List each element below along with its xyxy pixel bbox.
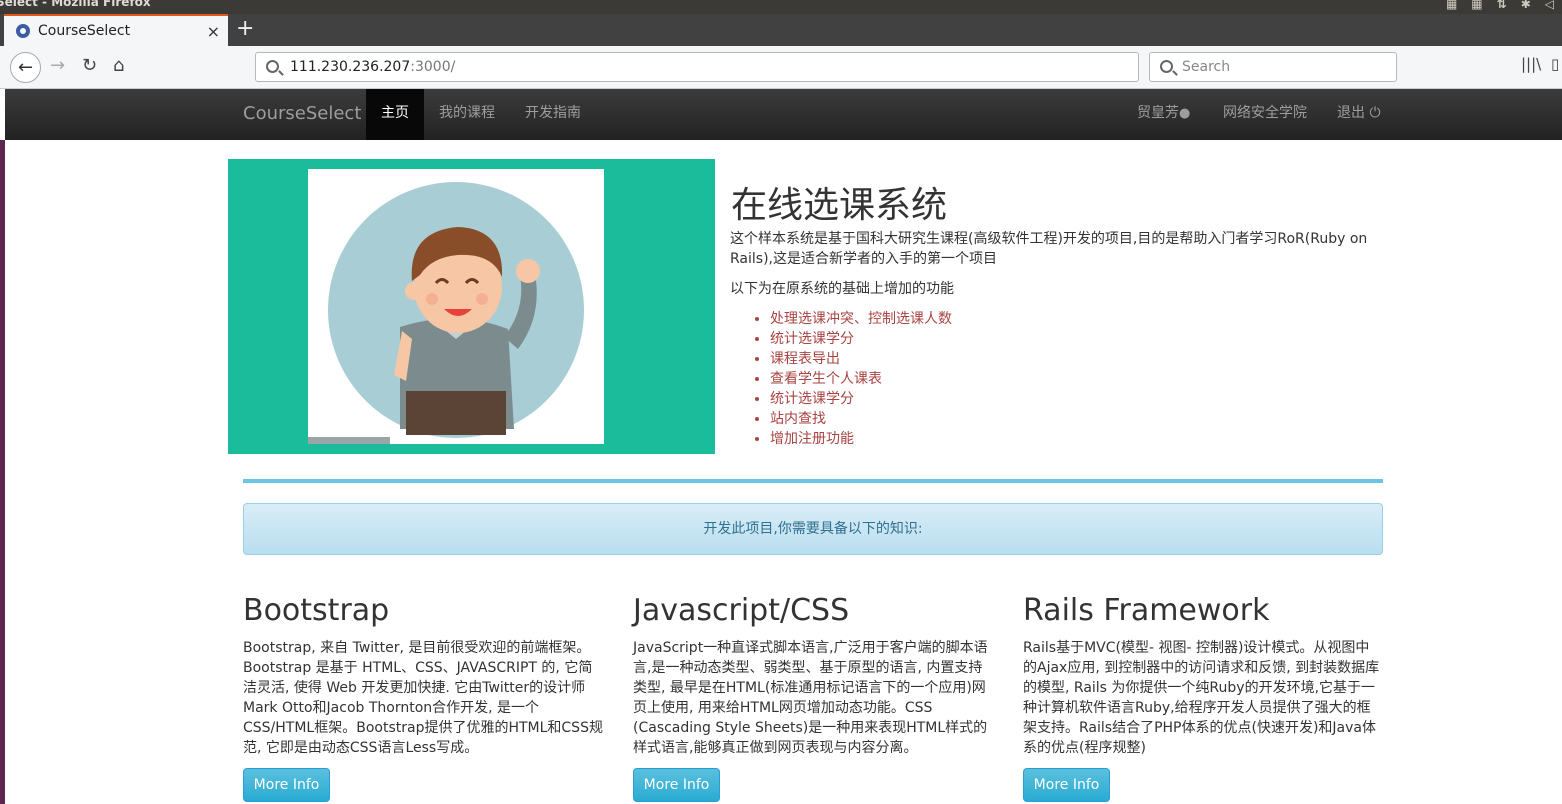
sidebar-icon[interactable]: ▯ xyxy=(1551,55,1559,73)
search-input[interactable]: Search xyxy=(1149,52,1397,82)
nav-logout[interactable]: 退出 ⏻ xyxy=(1337,89,1381,140)
nav-my-courses[interactable]: 我的课程 xyxy=(439,89,495,140)
os-title-bar: Select - Mozilla Firefox ▦ ▦ ⇅ ✱ ◁ xyxy=(0,0,1562,14)
column-text: Rails基于MVC(模型- 视图- 控制器)设计模式。从视图中的Ajax应用,… xyxy=(1023,640,1380,756)
hero-subtitle: 以下为在原系统的基础上增加的功能 xyxy=(730,281,954,297)
nav-user[interactable]: 贸皇芳● xyxy=(1137,89,1190,140)
column-title: Javascript/CSS xyxy=(633,593,850,628)
hero-illustration xyxy=(308,169,604,444)
keyboard-layout-icon[interactable]: ▦ xyxy=(1471,0,1482,10)
column-rails: Rails Framework Rails基于MVC(模型- 视图- 控制器)设… xyxy=(1023,592,1383,758)
more-info-button[interactable]: More Info xyxy=(1023,768,1110,802)
site-brand[interactable]: CourseSelect xyxy=(243,89,361,140)
favicon-icon xyxy=(16,24,30,38)
back-arrow-icon: ← xyxy=(17,57,34,78)
volume-icon[interactable]: ◁ xyxy=(1545,0,1554,10)
nav-department[interactable]: 网络安全学院 xyxy=(1223,89,1307,140)
tray-icons: ▦ ▦ ⇅ ✱ ◁ xyxy=(1446,0,1554,10)
hero-image-panel xyxy=(228,159,715,454)
column-javascript-css: Javascript/CSS JavaScript一种直译式脚本语言,广泛用于客… xyxy=(633,592,993,758)
site-navbar: CourseSelect 主页 我的课程 开发指南 贸皇芳● 网络安全学院 退出… xyxy=(5,89,1562,140)
boy-avatar-illustration xyxy=(308,182,584,444)
column-bootstrap: Bootstrap Bootstrap, 来自 Twitter, 是目前很受欢迎… xyxy=(243,592,603,758)
feature-item: 统计选课学分 xyxy=(770,389,952,409)
browser-tab[interactable]: CourseSelect × xyxy=(4,14,228,46)
tab-title: CourseSelect xyxy=(38,23,131,39)
feature-item: 处理选课冲突、控制选课人数 xyxy=(770,309,952,329)
url-path: :3000/ xyxy=(410,59,456,75)
bluetooth-icon[interactable]: ✱ xyxy=(1521,0,1531,10)
hero-description: 这个样本系统是基于国科大研究生课程(高级软件工程)开发的项目,目的是帮助入门者学… xyxy=(730,231,1368,267)
forward-button[interactable]: → xyxy=(50,55,65,76)
window-title: Select - Mozilla Firefox xyxy=(0,0,151,9)
feature-item: 统计选课学分 xyxy=(770,329,952,349)
feature-item: 站内查找 xyxy=(770,409,952,429)
feature-item: 查看学生个人课表 xyxy=(770,369,952,389)
url-bar[interactable]: 111.230.236.207:3000/ xyxy=(255,52,1139,82)
reload-button[interactable]: ↻ xyxy=(82,55,97,76)
home-button[interactable]: ⌂ xyxy=(113,55,124,76)
new-tab-button[interactable]: + xyxy=(236,16,254,41)
search-placeholder: Search xyxy=(1182,59,1231,75)
more-info-button[interactable]: More Info xyxy=(243,768,330,802)
column-title: Bootstrap xyxy=(243,593,390,628)
network-icon[interactable]: ⇅ xyxy=(1497,0,1507,10)
page-title: 在线选课系统 xyxy=(731,185,948,226)
user-icon: ● xyxy=(1179,106,1191,121)
library-icon[interactable]: |||\ xyxy=(1521,55,1541,73)
nav-home[interactable]: 主页 xyxy=(366,89,424,140)
browser-tab-strip: CourseSelect × + xyxy=(0,14,1562,46)
back-button[interactable]: ← xyxy=(10,52,41,83)
keyboard-icon[interactable]: ▦ xyxy=(1446,0,1457,10)
user-name: 贸皇芳 xyxy=(1137,105,1179,121)
url-host: 111.230.236.207 xyxy=(290,59,411,75)
browser-toolbar: ← → ↻ ⌂ 111.230.236.207:3000/ Search |||… xyxy=(0,46,1562,89)
logout-label: 退出 xyxy=(1337,105,1365,121)
column-text: JavaScript一种直译式脚本语言,广泛用于客户端的脚本语言,是一种动态类型… xyxy=(633,640,988,756)
close-tab-icon[interactable]: × xyxy=(207,22,220,41)
launcher-edge xyxy=(0,140,5,804)
column-title: Rails Framework xyxy=(1023,593,1270,628)
power-icon: ⏻ xyxy=(1369,105,1381,121)
nav-dev-guide[interactable]: 开发指南 xyxy=(525,89,581,140)
feature-list: 处理选课冲突、控制选课人数 统计选课学分 课程表导出 查看学生个人课表 统计选课… xyxy=(752,309,952,449)
feature-item: 课程表导出 xyxy=(770,349,952,369)
url-text: 111.230.236.207:3000/ xyxy=(290,53,455,81)
info-alert: 开发此项目,你需要具备以下的知识: xyxy=(243,503,1383,555)
search-icon xyxy=(266,60,279,73)
feature-item: 增加注册功能 xyxy=(770,429,952,449)
more-info-button[interactable]: More Info xyxy=(633,768,720,802)
column-text: Bootstrap, 来自 Twitter, 是目前很受欢迎的前端框架。Boot… xyxy=(243,640,603,756)
search-icon xyxy=(1160,60,1173,73)
section-divider xyxy=(243,479,1383,483)
